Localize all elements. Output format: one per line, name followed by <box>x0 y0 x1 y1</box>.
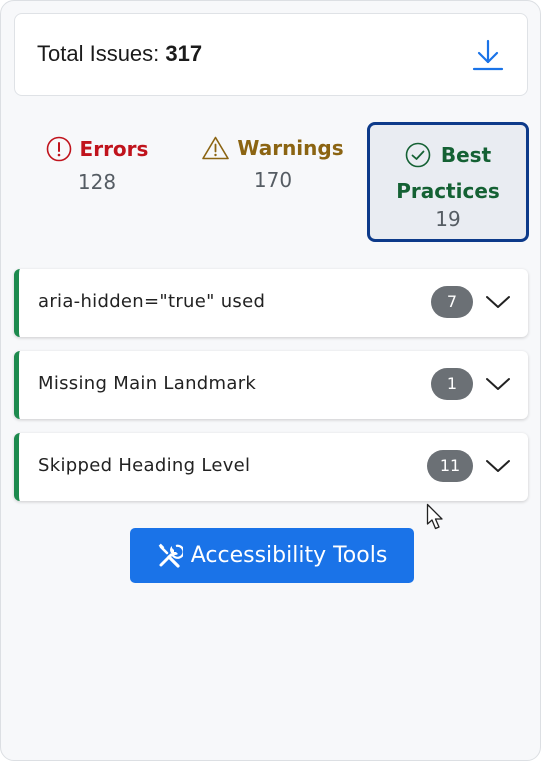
total-issues-count: 317 <box>165 41 203 66</box>
mouse-pointer-icon <box>426 503 443 530</box>
accessibility-tools-label: Accessibility Tools <box>190 543 388 568</box>
category-best-practices[interactable]: Best Practices 19 <box>367 122 529 242</box>
total-issues-text: Total Issues: 317 <box>37 41 202 67</box>
category-errors-label: Errors <box>79 137 149 161</box>
category-warnings-label: Warnings <box>237 136 344 160</box>
total-issues-label: Total Issues: <box>37 41 160 66</box>
error-circle-icon <box>46 136 71 162</box>
chevron-down-icon[interactable] <box>485 456 511 476</box>
check-circle-icon <box>405 142 431 168</box>
tools-icon <box>158 543 183 568</box>
issue-count-badge: 11 <box>427 450 473 482</box>
category-warnings[interactable]: Warnings 170 <box>192 122 354 242</box>
issue-count-badge: 7 <box>431 286 473 318</box>
category-best-label-line2: Practices <box>396 179 500 203</box>
issue-label: Missing Main Landmark <box>38 373 257 394</box>
download-icon[interactable] <box>471 38 505 72</box>
chevron-down-icon[interactable] <box>485 374 511 394</box>
issue-row[interactable]: Skipped Heading Level 11 <box>14 433 528 501</box>
accessibility-tools-button[interactable]: Accessibility Tools <box>130 528 414 583</box>
category-warnings-count: 170 <box>253 168 293 192</box>
issues-panel: Total Issues: 317 Errors 128 Warnings 17… <box>0 0 541 761</box>
category-errors-count: 128 <box>77 170 117 194</box>
issue-row[interactable]: aria-hidden="true" used 7 <box>14 269 528 337</box>
chevron-down-icon[interactable] <box>485 292 511 312</box>
category-best-label-line1: Best <box>440 143 492 167</box>
issue-label: aria-hidden="true" used <box>38 291 266 312</box>
issue-row[interactable]: Missing Main Landmark 1 <box>14 351 528 419</box>
issue-label: Skipped Heading Level <box>38 455 251 476</box>
total-issues-card: Total Issues: 317 <box>14 13 528 96</box>
issue-count-badge: 1 <box>431 368 473 400</box>
warning-triangle-icon <box>202 136 230 160</box>
category-best-count: 19 <box>435 207 461 231</box>
category-errors[interactable]: Errors 128 <box>16 122 178 242</box>
